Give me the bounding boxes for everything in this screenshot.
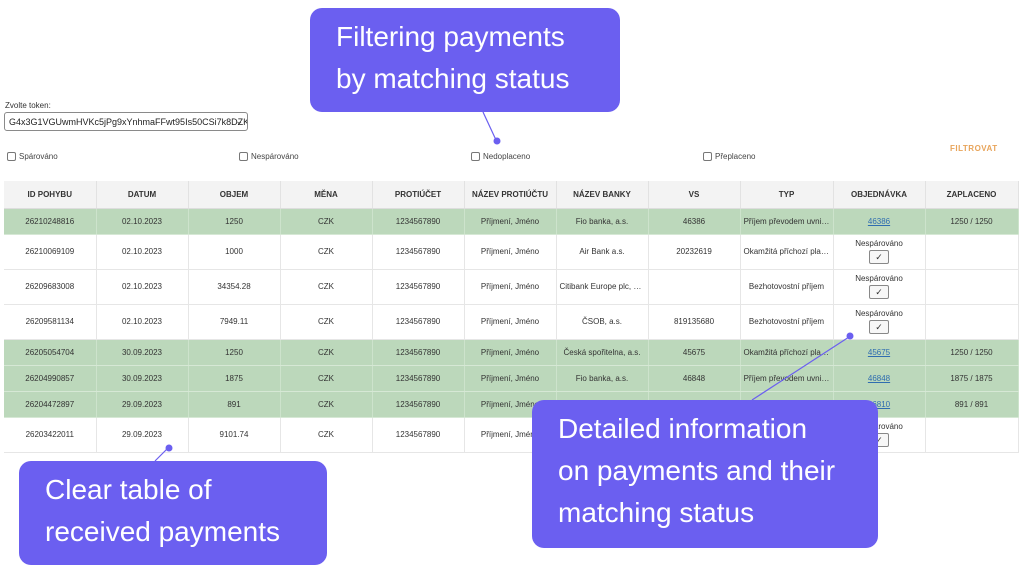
callout-line: on payments and their <box>558 455 836 486</box>
connector-filter <box>482 111 497 141</box>
callout-detail: Detailed information on payments and the… <box>532 400 878 548</box>
callout-line: Filtering payments <box>336 21 565 52</box>
callout-line: Detailed information <box>558 413 808 444</box>
callout-line: received payments <box>45 516 281 547</box>
connector-table <box>154 447 169 462</box>
callout-table: Clear table of received payments <box>19 461 327 565</box>
callout-line: by matching status <box>336 63 570 94</box>
callout-filter: Filtering payments by matching status <box>310 8 620 112</box>
callout-line: matching status <box>558 497 755 528</box>
connector-dot <box>493 137 501 145</box>
connector-detail <box>751 336 850 401</box>
connector-dot <box>846 332 854 340</box>
callout-line: Clear table of <box>45 474 212 505</box>
connector-dot <box>165 444 173 452</box>
